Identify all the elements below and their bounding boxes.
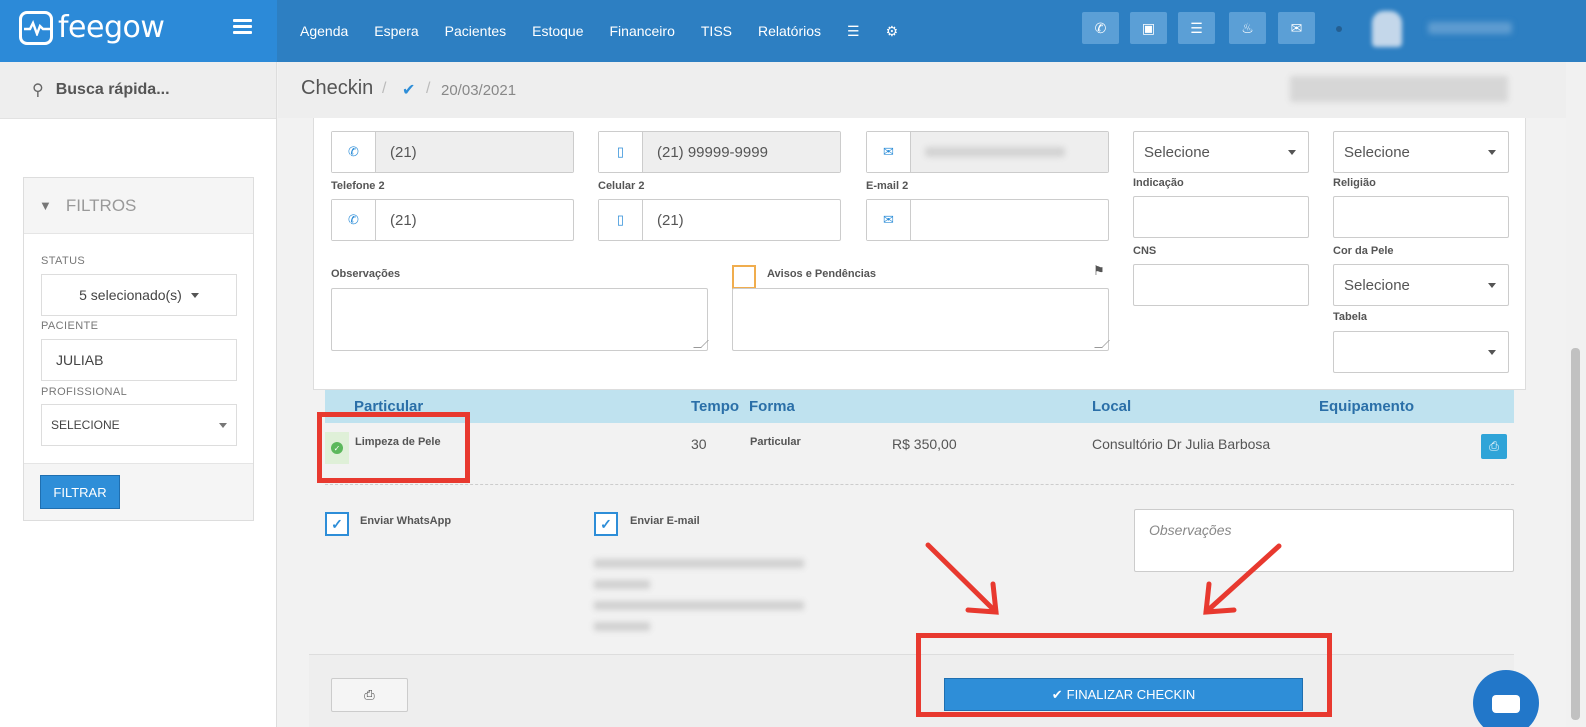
chat-widget-icon[interactable] — [1473, 670, 1539, 727]
scrollbar[interactable] — [1566, 62, 1586, 727]
annotation-arrows — [925, 542, 1282, 615]
scroll-thumb[interactable] — [1571, 348, 1580, 720]
